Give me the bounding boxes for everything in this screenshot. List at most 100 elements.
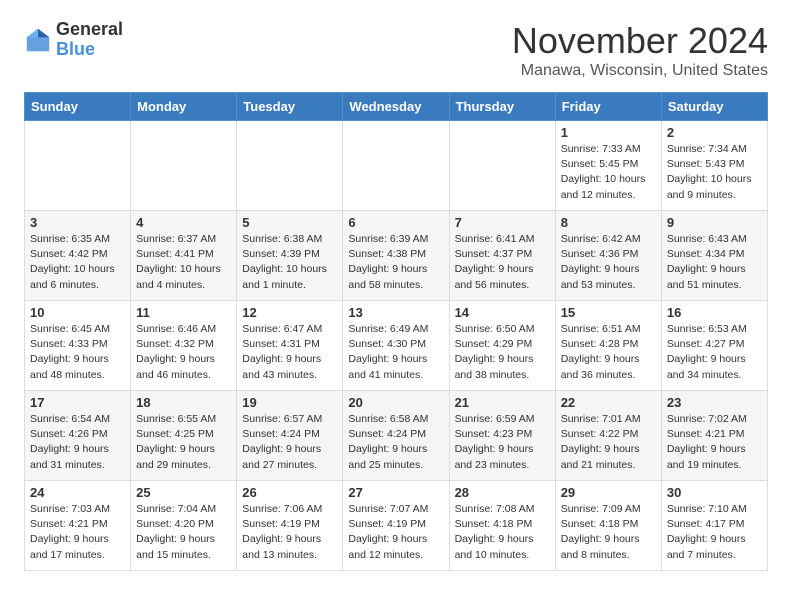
day-number-5: 5 (242, 215, 337, 230)
calendar-day-28: 28 Sunrise: 7:08 AMSunset: 4:18 PMDayligh… (449, 481, 555, 571)
day-info-7: Sunrise: 6:41 AMSunset: 4:37 PMDaylight:… (455, 232, 550, 293)
calendar-day-9: 9Sunrise: 6:43 AMSunset: 4:34 PMDaylight… (661, 211, 767, 301)
calendar-week-2: 3 Sunrise: 6:35 AMSunset: 4:42 PMDaylight… (25, 211, 768, 301)
day-info-27: Sunrise: 7:07 AMSunset: 4:19 PMDaylight:… (348, 502, 443, 563)
header-sunday: Sunday (25, 93, 131, 121)
calendar-day-19: 19 Sunrise: 6:57 AMSunset: 4:24 PMDayligh… (237, 391, 343, 481)
day-number-12: 12 (242, 305, 337, 320)
header-wednesday: Wednesday (343, 93, 449, 121)
day-info-13: Sunrise: 6:49 AMSunset: 4:30 PMDaylight:… (348, 322, 443, 383)
day-info-21: Sunrise: 6:59 AMSunset: 4:23 PMDaylight:… (455, 412, 550, 473)
calendar-day-16: 16 Sunrise: 6:53 AMSunset: 4:27 PMDayligh… (661, 301, 767, 391)
calendar-day-22: 22 Sunrise: 7:01 AMSunset: 4:22 PMDayligh… (555, 391, 661, 481)
day-info-12: Sunrise: 6:47 AMSunset: 4:31 PMDaylight:… (242, 322, 337, 383)
calendar-day-27: 27Sunrise: 7:07 AMSunset: 4:19 PMDayligh… (343, 481, 449, 571)
month-title: November 2024 (512, 20, 768, 62)
calendar-day-14: 14Sunrise: 6:50 AMSunset: 4:29 PMDayligh… (449, 301, 555, 391)
day-info-2: Sunrise: 7:34 AMSunset: 5:43 PMDaylight:… (667, 142, 762, 203)
calendar-day-18: 18Sunrise: 6:55 AMSunset: 4:25 PMDayligh… (131, 391, 237, 481)
page-header: General Blue November 2024 Manawa, Wisco… (24, 20, 768, 80)
day-info-29: Sunrise: 7:09 AMSunset: 4:18 PMDaylight:… (561, 502, 656, 563)
calendar-table: SundayMondayTuesdayWednesdayThursdayFrid… (24, 92, 768, 571)
day-number-2: 2 (667, 125, 762, 140)
calendar-day-4: 4Sunrise: 6:37 AMSunset: 4:41 PMDaylight… (131, 211, 237, 301)
day-number-13: 13 (348, 305, 443, 320)
day-info-9: Sunrise: 6:43 AMSunset: 4:34 PMDaylight:… (667, 232, 762, 293)
day-info-17: Sunrise: 6:54 AMSunset: 4:26 PMDaylight:… (30, 412, 125, 473)
day-info-20: Sunrise: 6:58 AMSunset: 4:24 PMDaylight:… (348, 412, 443, 473)
header-tuesday: Tuesday (237, 93, 343, 121)
header-friday: Friday (555, 93, 661, 121)
day-number-26: 26 (242, 485, 337, 500)
calendar-day-23: 23 Sunrise: 7:02 AMSunset: 4:21 PMDayligh… (661, 391, 767, 481)
calendar-empty-cell (237, 121, 343, 211)
calendar-day-10: 10 Sunrise: 6:45 AMSunset: 4:33 PMDayligh… (25, 301, 131, 391)
day-info-22: Sunrise: 7:01 AMSunset: 4:22 PMDaylight:… (561, 412, 656, 473)
day-number-21: 21 (455, 395, 550, 410)
day-number-30: 30 (667, 485, 762, 500)
day-number-22: 22 (561, 395, 656, 410)
calendar-day-13: 13 Sunrise: 6:49 AMSunset: 4:30 PMDayligh… (343, 301, 449, 391)
logo-blue: Blue (56, 40, 123, 60)
calendar-header-row: SundayMondayTuesdayWednesdayThursdayFrid… (25, 93, 768, 121)
day-number-19: 19 (242, 395, 337, 410)
calendar-day-25: 25 Sunrise: 7:04 AMSunset: 4:20 PMDayligh… (131, 481, 237, 571)
location-subtitle: Manawa, Wisconsin, United States (512, 62, 768, 80)
day-number-10: 10 (30, 305, 125, 320)
calendar-day-17: 17 Sunrise: 6:54 AMSunset: 4:26 PMDayligh… (25, 391, 131, 481)
calendar-day-2: 2 Sunrise: 7:34 AMSunset: 5:43 PMDaylight… (661, 121, 767, 211)
day-number-6: 6 (348, 215, 443, 230)
day-number-15: 15 (561, 305, 656, 320)
day-info-23: Sunrise: 7:02 AMSunset: 4:21 PMDaylight:… (667, 412, 762, 473)
day-info-6: Sunrise: 6:39 AMSunset: 4:38 PMDaylight:… (348, 232, 443, 293)
day-info-26: Sunrise: 7:06 AMSunset: 4:19 PMDaylight:… (242, 502, 337, 563)
calendar-empty-cell (449, 121, 555, 211)
day-info-5: Sunrise: 6:38 AMSunset: 4:39 PMDaylight:… (242, 232, 337, 293)
day-number-1: 1 (561, 125, 656, 140)
day-info-18: Sunrise: 6:55 AMSunset: 4:25 PMDaylight:… (136, 412, 231, 473)
logo-icon (24, 26, 52, 54)
day-info-4: Sunrise: 6:37 AMSunset: 4:41 PMDaylight:… (136, 232, 231, 293)
logo: General Blue (24, 20, 123, 60)
calendar-empty-cell (25, 121, 131, 211)
day-info-1: Sunrise: 7:33 AMSunset: 5:45 PMDaylight:… (561, 142, 656, 203)
day-info-11: Sunrise: 6:46 AMSunset: 4:32 PMDaylight:… (136, 322, 231, 383)
day-info-30: Sunrise: 7:10 AMSunset: 4:17 PMDaylight:… (667, 502, 762, 563)
day-info-10: Sunrise: 6:45 AMSunset: 4:33 PMDaylight:… (30, 322, 125, 383)
day-info-3: Sunrise: 6:35 AMSunset: 4:42 PMDaylight:… (30, 232, 125, 293)
day-number-8: 8 (561, 215, 656, 230)
day-info-8: Sunrise: 6:42 AMSunset: 4:36 PMDaylight:… (561, 232, 656, 293)
calendar-day-26: 26 Sunrise: 7:06 AMSunset: 4:19 PMDayligh… (237, 481, 343, 571)
day-info-16: Sunrise: 6:53 AMSunset: 4:27 PMDaylight:… (667, 322, 762, 383)
calendar-day-20: 20 Sunrise: 6:58 AMSunset: 4:24 PMDayligh… (343, 391, 449, 481)
calendar-week-4: 17 Sunrise: 6:54 AMSunset: 4:26 PMDayligh… (25, 391, 768, 481)
day-info-25: Sunrise: 7:04 AMSunset: 4:20 PMDaylight:… (136, 502, 231, 563)
calendar-day-30: 30 Sunrise: 7:10 AMSunset: 4:17 PMDayligh… (661, 481, 767, 571)
calendar-day-29: 29 Sunrise: 7:09 AMSunset: 4:18 PMDayligh… (555, 481, 661, 571)
header-thursday: Thursday (449, 93, 555, 121)
day-number-3: 3 (30, 215, 125, 230)
logo-general: General (56, 20, 123, 40)
calendar-day-5: 5 Sunrise: 6:38 AMSunset: 4:39 PMDaylight… (237, 211, 343, 301)
day-number-25: 25 (136, 485, 231, 500)
header-saturday: Saturday (661, 93, 767, 121)
day-number-23: 23 (667, 395, 762, 410)
day-number-28: 28 (455, 485, 550, 500)
day-number-16: 16 (667, 305, 762, 320)
calendar-empty-cell (131, 121, 237, 211)
calendar-week-5: 24Sunrise: 7:03 AMSunset: 4:21 PMDayligh… (25, 481, 768, 571)
calendar-empty-cell (343, 121, 449, 211)
day-number-11: 11 (136, 305, 231, 320)
logo-text: General Blue (56, 20, 123, 60)
day-number-17: 17 (30, 395, 125, 410)
calendar-day-6: 6 Sunrise: 6:39 AMSunset: 4:38 PMDaylight… (343, 211, 449, 301)
day-number-20: 20 (348, 395, 443, 410)
calendar-day-12: 12 Sunrise: 6:47 AMSunset: 4:31 PMDayligh… (237, 301, 343, 391)
day-info-19: Sunrise: 6:57 AMSunset: 4:24 PMDaylight:… (242, 412, 337, 473)
day-info-15: Sunrise: 6:51 AMSunset: 4:28 PMDaylight:… (561, 322, 656, 383)
calendar-day-11: 11 Sunrise: 6:46 AMSunset: 4:32 PMDayligh… (131, 301, 237, 391)
day-number-29: 29 (561, 485, 656, 500)
header-monday: Monday (131, 93, 237, 121)
calendar-day-3: 3 Sunrise: 6:35 AMSunset: 4:42 PMDaylight… (25, 211, 131, 301)
day-info-28: Sunrise: 7:08 AMSunset: 4:18 PMDaylight:… (455, 502, 550, 563)
